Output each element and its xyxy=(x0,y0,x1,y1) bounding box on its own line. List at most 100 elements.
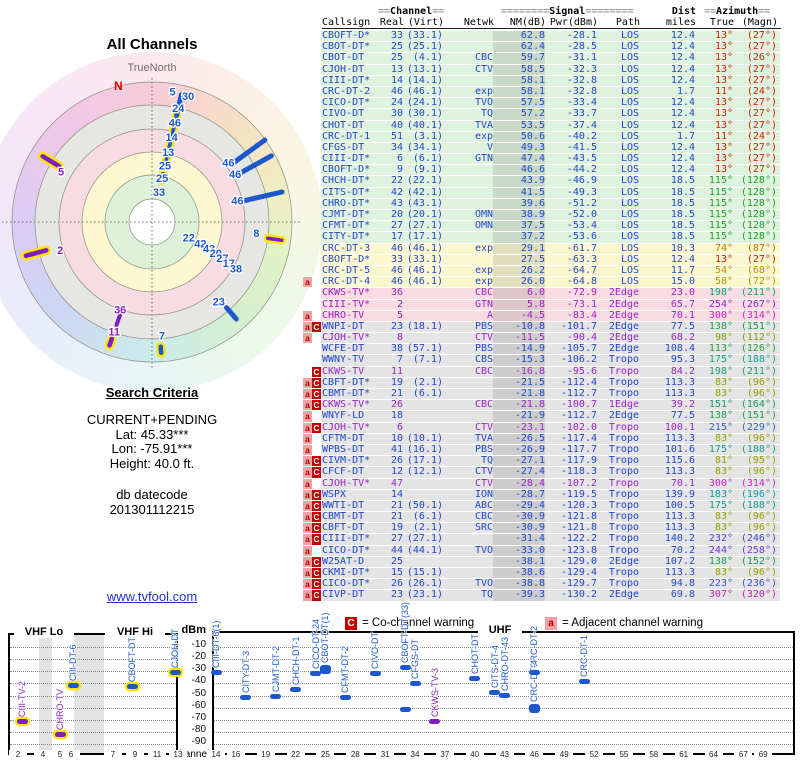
cell: (87°) xyxy=(746,242,777,254)
radar-channel-label: 7 xyxy=(159,331,165,343)
cochannel-warning-cell: C xyxy=(312,389,321,400)
cell: -129.0 xyxy=(560,555,597,567)
cell: -26.5 xyxy=(493,433,545,444)
cell: 46 xyxy=(390,276,403,288)
cell: 70.2 xyxy=(670,544,695,556)
radar-title: All Channels xyxy=(106,36,198,53)
cell: (23.1) xyxy=(406,589,443,601)
cell: 2Edge xyxy=(608,332,639,344)
cell: CBOFT-D* xyxy=(322,253,371,265)
signal-bar xyxy=(290,687,302,693)
search-height: Height: 40.0 ft. xyxy=(109,455,195,471)
cell: 115.6 xyxy=(664,455,695,467)
adjacent-warning-cell xyxy=(303,210,312,220)
cell: CKWS-TV* xyxy=(322,287,371,299)
radar-svg: 5 3024461413252533464646822 42432027173823… xyxy=(2,78,302,368)
cochannel-warning-cell: C xyxy=(312,534,321,545)
cell: LOS xyxy=(620,264,639,276)
cell: ION xyxy=(474,488,493,500)
table-row: CITY-DT* 17 (17.1) 37.2 -53.6 LOS 18.5 115° (128… xyxy=(303,232,800,243)
cell: 47 xyxy=(390,477,403,489)
cell: (112°) xyxy=(740,332,777,344)
cell: CBC xyxy=(474,365,493,377)
cell: CKMI-DT* xyxy=(322,567,371,578)
adjacent-warning-cell xyxy=(303,199,312,209)
cell: 83° xyxy=(714,567,733,578)
cell: 36 xyxy=(390,287,403,299)
cell: TVA xyxy=(474,119,493,131)
cell: 11° xyxy=(714,85,733,97)
signal-bar xyxy=(16,719,28,725)
signal-bar xyxy=(339,695,351,701)
cell: LOS xyxy=(620,220,639,232)
band-uhf: UHF xyxy=(478,624,522,636)
cell: 23.0 xyxy=(670,287,695,299)
cell: V xyxy=(486,141,493,153)
tvfool-link[interactable]: www.tvfool.com xyxy=(107,589,197,604)
cell: 2Edge xyxy=(608,320,639,332)
cell: (6.1) xyxy=(412,388,443,399)
cell: 175° xyxy=(708,354,733,366)
cell: 59.7 xyxy=(493,53,545,64)
header-azimuth: Azimuth xyxy=(716,6,759,17)
cell: -53.4 xyxy=(566,220,597,232)
cell: 100.5 xyxy=(664,499,695,511)
cell: -64.7 xyxy=(566,264,597,276)
adjacent-warning-cell xyxy=(303,98,312,108)
cell: -112.7 xyxy=(560,410,597,422)
cell: 12.4 xyxy=(670,164,695,176)
cell: 42 xyxy=(390,186,403,198)
cochannel-warning-cell xyxy=(312,188,321,198)
gridline xyxy=(10,695,176,697)
cell: Tropo xyxy=(608,522,639,534)
cell: (96°) xyxy=(746,432,777,444)
cell: 13° xyxy=(714,30,733,41)
channel-tick: 37 xyxy=(435,750,454,759)
cell: -51.2 xyxy=(566,197,597,209)
search-mode: CURRENT+PENDING xyxy=(86,412,218,427)
signal-bar xyxy=(528,704,540,714)
cell: (211°) xyxy=(740,365,777,377)
cell: (164°) xyxy=(740,399,777,411)
radar-channel-label: 46 xyxy=(222,157,234,169)
cell: GTN xyxy=(474,153,493,165)
cell: (258°) xyxy=(740,544,777,556)
cell: -64.8 xyxy=(566,276,597,288)
cell: 2Edge xyxy=(608,298,639,310)
cell: 24 xyxy=(390,97,403,109)
cell: 65.7 xyxy=(670,298,695,310)
cell: LOS xyxy=(620,74,639,86)
bar-label: CIII-TV-2 xyxy=(17,681,27,718)
signal-bar xyxy=(67,683,79,689)
cell: 23 xyxy=(390,589,403,601)
cell: 1Edge xyxy=(608,399,639,411)
bar-label: CJOH-DT xyxy=(170,628,180,668)
adjacent-warning-cell: a xyxy=(303,556,312,567)
cell: 138° xyxy=(708,410,733,422)
signal-bar xyxy=(528,670,540,676)
gridline xyxy=(214,719,793,721)
cell: 10 xyxy=(390,432,403,444)
cell: CFCF-DT xyxy=(322,466,365,478)
cell: (24°) xyxy=(746,130,777,142)
cell: LOS xyxy=(620,175,639,187)
cell: (211°) xyxy=(740,287,777,299)
cell: (229°) xyxy=(740,421,777,433)
cell: 183° xyxy=(708,488,733,500)
cell: Tropo xyxy=(608,443,639,455)
cochannel-warning-cell xyxy=(312,546,321,556)
cell: 12.4 xyxy=(670,30,695,41)
search-lon: Lon: -75.91*** xyxy=(111,441,193,456)
cell: 77.5 xyxy=(670,320,695,332)
cochannel-warning-cell: C xyxy=(312,500,321,512)
cell: 5.8 xyxy=(493,299,545,310)
cell: 83° xyxy=(714,511,733,523)
cochannel-warning-cell: C xyxy=(312,579,321,590)
channel-tick: 4 xyxy=(34,750,52,759)
cell: -40.2 xyxy=(566,130,597,142)
cell: 94.8 xyxy=(670,578,695,590)
cell: (40.1) xyxy=(406,119,443,131)
cell: (128°) xyxy=(740,186,777,198)
cochannel-warning-cell: C xyxy=(312,512,321,523)
cell: 113.3 xyxy=(664,388,695,399)
